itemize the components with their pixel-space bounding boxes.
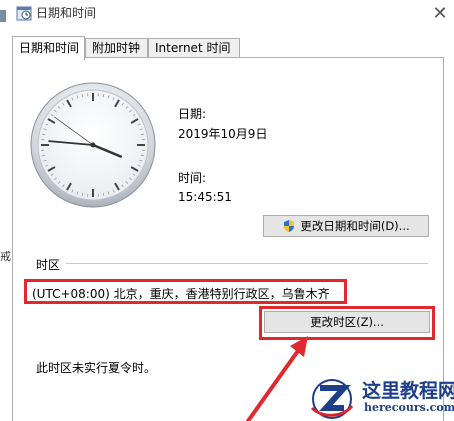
watermark-subtitle: herecours.com xyxy=(364,401,454,414)
title-bar: 日期和时间 ✕ xyxy=(0,0,454,26)
change-timezone-button[interactable]: 更改时区(Z)... xyxy=(264,311,430,333)
date-label: 日期: xyxy=(178,107,207,121)
background-window-edge xyxy=(0,10,6,22)
uac-shield-icon xyxy=(284,220,295,232)
close-icon: ✕ xyxy=(432,2,448,24)
tab-date-time[interactable]: 日期和时间 xyxy=(12,36,85,60)
date-value: 2019年10月9日 xyxy=(178,127,268,141)
time-label: 时间: xyxy=(178,171,207,185)
watermark-title: 这里教程网 xyxy=(362,380,454,402)
group-divider xyxy=(66,263,428,264)
analog-clock xyxy=(30,82,156,208)
window-title: 日期和时间 xyxy=(36,6,97,20)
change-datetime-button[interactable]: 更改日期和时间(D)... xyxy=(263,215,429,237)
close-button[interactable]: ✕ xyxy=(426,0,454,26)
site-logo-icon xyxy=(310,379,354,419)
change-datetime-label: 更改日期和时间(D)... xyxy=(300,219,410,233)
dst-note: 此时区未实行夏令时。 xyxy=(36,361,157,375)
watermark-logo: 这里教程网 herecours.com xyxy=(306,376,454,420)
background-window-text: 戒 xyxy=(0,250,11,263)
calendar-clock-icon xyxy=(16,6,32,21)
time-value: 15:45:51 xyxy=(178,190,232,204)
timezone-value: (UTC+08:00) 北京，重庆，香港特别行政区，乌鲁木齐 xyxy=(32,287,330,301)
timezone-group-label: 时区 xyxy=(36,258,61,272)
tab-internet-time[interactable]: Internet 时间 xyxy=(148,38,240,58)
tab-additional-clocks[interactable]: 附加时钟 xyxy=(85,38,148,58)
change-timezone-label: 更改时区(Z)... xyxy=(310,315,384,329)
